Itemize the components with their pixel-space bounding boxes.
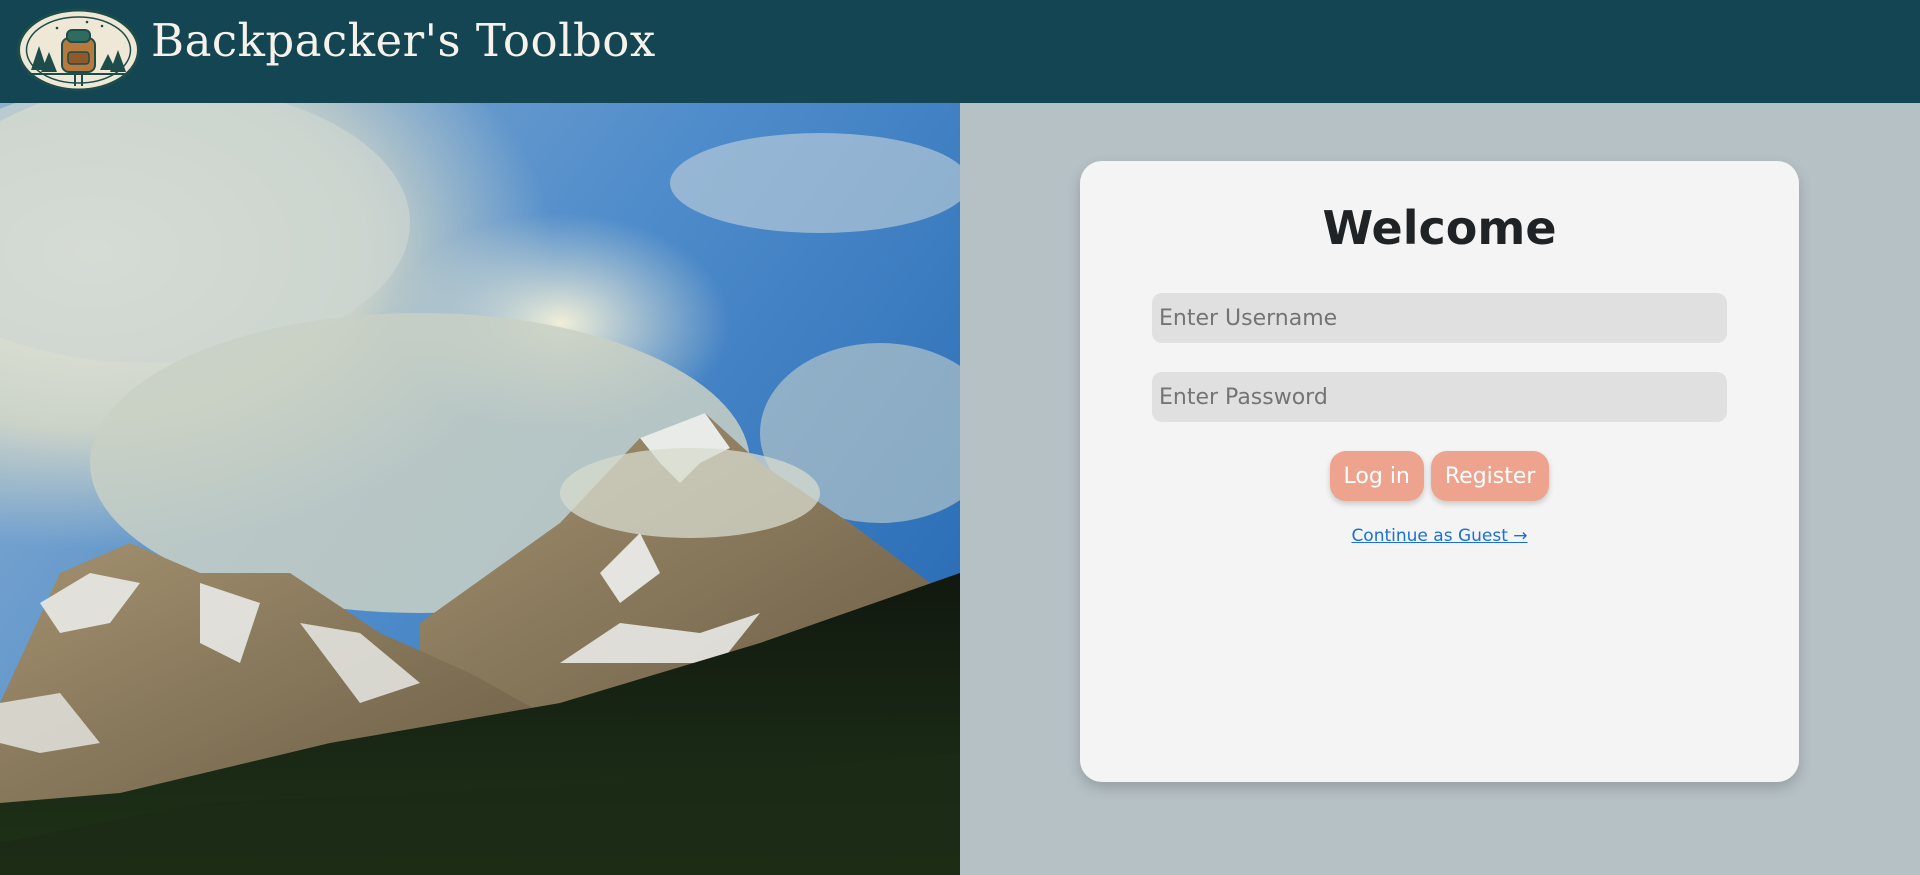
- app-header: Backpacker's Toolbox: [0, 0, 1920, 103]
- username-input[interactable]: [1152, 293, 1727, 343]
- hero-mountain-image: [0, 103, 960, 875]
- register-button[interactable]: Register: [1430, 451, 1550, 501]
- login-card: Welcome Log in Register Continue as Gues…: [1080, 161, 1799, 782]
- welcome-heading: Welcome: [1322, 201, 1557, 255]
- auth-button-row: Log in Register: [1080, 451, 1799, 501]
- guest-link-container: Continue as Guest →: [1080, 526, 1799, 546]
- app-title: Backpacker's Toolbox: [151, 14, 656, 67]
- login-button[interactable]: Log in: [1329, 451, 1424, 501]
- continue-as-guest-link[interactable]: Continue as Guest →: [1351, 526, 1527, 546]
- password-input[interactable]: [1152, 372, 1727, 422]
- backpack-logo-icon[interactable]: [17, 8, 140, 92]
